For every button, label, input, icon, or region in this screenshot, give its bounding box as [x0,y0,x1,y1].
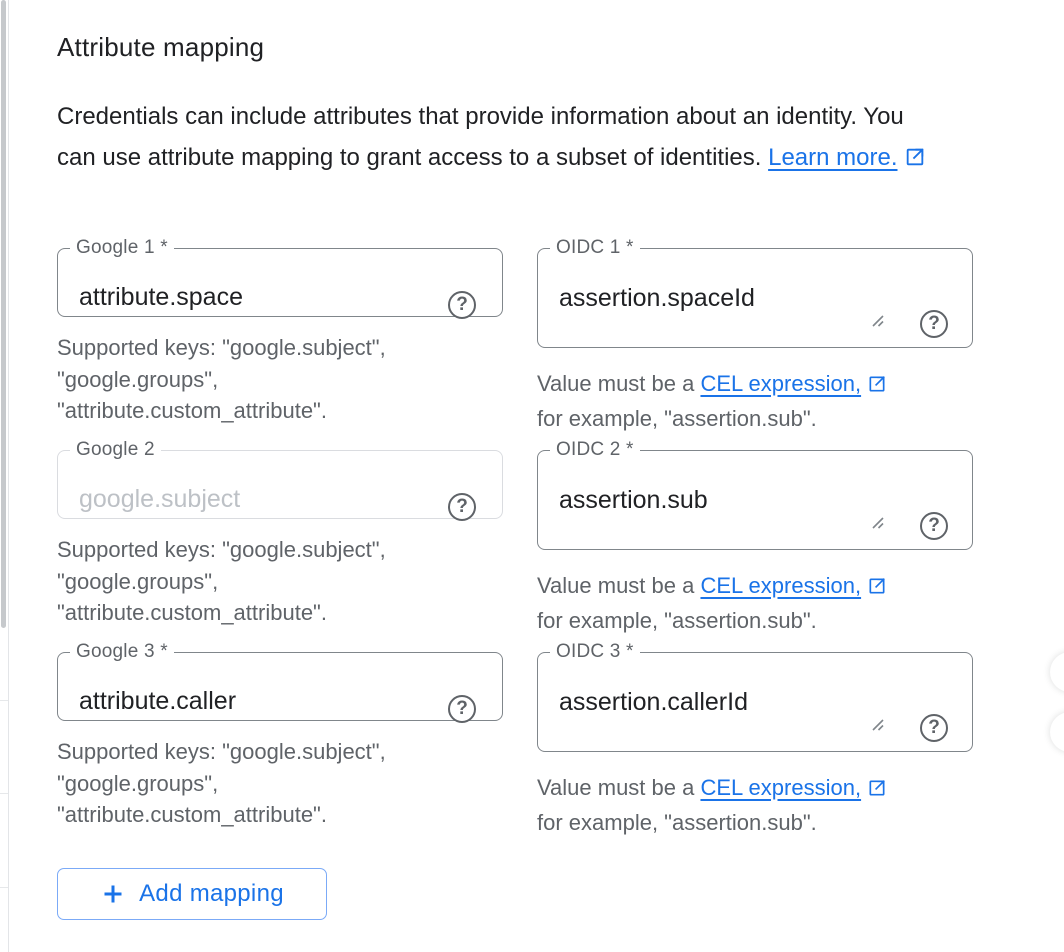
intro-line-1: Credentials can include attributes that … [57,103,904,130]
google-1-label: Google 1 * [70,237,174,259]
helper-prefix: Value must be a [537,371,700,396]
helper-suffix: for example, "assertion.sub". [537,810,817,835]
left-panel-row-divider [0,700,8,701]
google-2-field: Google 2 ? [57,439,503,519]
google-2-helper: Supported keys: "google.subject", "googl… [57,534,489,629]
scrollbar-thumb[interactable] [1,0,6,628]
google-3-cell: Google 3 * ? Supported keys: "google.sub… [57,641,503,843]
oidc-2-field: OIDC 2 * assertion.sub ? [537,439,973,550]
intro-text: Credentials can include attributes that … [57,96,1064,181]
google-3-helper: Supported keys: "google.subject", "googl… [57,736,489,831]
clipped-edge-circle [1050,652,1064,692]
google-1-cell: Google 1 * ? Supported keys: "google.sub… [57,237,503,439]
google-1-input[interactable] [79,283,411,312]
plus-icon [100,881,126,907]
oidc-3-textarea[interactable]: assertion.callerId [559,687,881,739]
resize-handle-icon[interactable] [870,515,886,536]
oidc-3-field: OIDC 3 * assertion.callerId ? [537,641,973,752]
help-icon[interactable]: ? [920,512,948,540]
left-panel-row-divider [0,887,8,888]
help-icon[interactable]: ? [920,310,948,338]
google-3-label: Google 3 * [70,641,174,663]
add-mapping-button[interactable]: Add mapping [57,868,327,920]
external-link-icon[interactable] [867,371,887,403]
helper-suffix: for example, "assertion.sub". [537,406,817,431]
helper-prefix: Value must be a [537,573,700,598]
google-3-field: Google 3 * ? [57,641,503,721]
google-1-helper: Supported keys: "google.subject", "googl… [57,332,489,427]
oidc-2-label: OIDC 2 * [550,439,640,461]
intro-line-2: can use attribute mapping to grant acces… [57,144,761,171]
help-icon[interactable]: ? [448,493,476,521]
helper-suffix: for example, "assertion.sub". [537,608,817,633]
resize-handle-icon[interactable] [870,717,886,738]
clipped-edge-circle [1050,712,1064,752]
attribute-mapping-grid: Google 1 * ? Supported keys: "google.sub… [57,237,973,843]
oidc-1-field: OIDC 1 * assertion.spaceId ? [537,237,973,348]
help-icon[interactable]: ? [920,714,948,742]
learn-more-link[interactable]: Learn more. [768,144,897,171]
external-link-icon[interactable] [867,573,887,605]
google-2-cell: Google 2 ? Supported keys: "google.subje… [57,439,503,641]
oidc-3-label: OIDC 3 * [550,641,640,663]
oidc-2-textarea[interactable]: assertion.sub [559,485,881,537]
oidc-2-helper: Value must be a CEL expression, for exam… [537,570,969,636]
oidc-1-cell: OIDC 1 * assertion.spaceId ? Value must … [537,237,973,439]
help-icon[interactable]: ? [448,695,476,723]
cel-expression-link[interactable]: CEL expression, [700,371,861,396]
left-panel-row-divider [0,793,8,794]
google-2-label: Google 2 [70,439,161,461]
external-link-icon[interactable] [904,140,926,181]
oidc-2-cell: OIDC 2 * assertion.sub ? Value must be a… [537,439,973,641]
oidc-3-cell: OIDC 3 * assertion.callerId ? Value must… [537,641,973,843]
oidc-1-textarea[interactable]: assertion.spaceId [559,283,881,335]
help-icon[interactable]: ? [448,291,476,319]
panel-divider [8,0,9,952]
google-2-input[interactable] [79,485,411,514]
external-link-icon[interactable] [867,775,887,807]
google-1-field: Google 1 * ? [57,237,503,317]
oidc-1-label: OIDC 1 * [550,237,640,259]
cel-expression-link[interactable]: CEL expression, [700,775,861,800]
cel-expression-link[interactable]: CEL expression, [700,573,861,598]
add-mapping-label: Add mapping [139,880,284,908]
resize-handle-icon[interactable] [870,313,886,334]
page-title: Attribute mapping [57,32,264,63]
google-3-input[interactable] [79,687,411,716]
oidc-3-helper: Value must be a CEL expression, for exam… [537,772,969,838]
helper-prefix: Value must be a [537,775,700,800]
oidc-1-helper: Value must be a CEL expression, for exam… [537,368,969,434]
